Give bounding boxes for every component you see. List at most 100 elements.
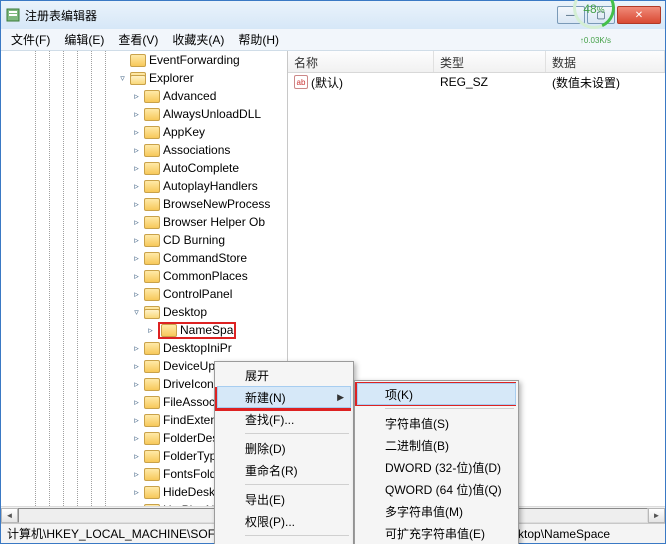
separator: [245, 484, 349, 485]
expand-icon[interactable]: ▹: [131, 235, 142, 246]
expand-icon[interactable]: ▹: [131, 397, 142, 408]
expand-icon[interactable]: ▹: [131, 127, 142, 138]
expand-icon[interactable]: ▹: [131, 343, 142, 354]
menu-file[interactable]: 文件(F): [5, 29, 56, 50]
cm-expand[interactable]: 展开: [217, 364, 351, 386]
cm-new-multistring[interactable]: 多字符串值(M): [357, 500, 516, 522]
expand-icon[interactable]: ▹: [131, 487, 142, 498]
string-value-icon: ab: [294, 75, 308, 89]
cm-new-qword[interactable]: QWORD (64 位)值(Q): [357, 478, 516, 500]
minimize-button[interactable]: —: [557, 6, 585, 24]
expand-icon[interactable]: ▹: [131, 253, 142, 264]
col-data[interactable]: 数据: [546, 51, 665, 72]
expand-icon[interactable]: ▹: [131, 433, 142, 444]
menu-help[interactable]: 帮助(H): [232, 29, 285, 50]
cm-new-string[interactable]: 字符串值(S): [357, 412, 516, 434]
tree-node[interactable]: ▹NameSpa: [1, 321, 287, 339]
expand-icon[interactable]: ▹: [131, 451, 142, 462]
scroll-right-button[interactable]: ►: [648, 508, 665, 523]
tree-node[interactable]: ▹ Associations: [1, 141, 287, 159]
menu-view[interactable]: 查看(V): [112, 29, 164, 50]
expand-icon[interactable]: ▹: [131, 415, 142, 426]
context-menu: 展开 新建(N)▶ 查找(F)... 删除(D) 重命名(R) 导出(E) 权限…: [214, 361, 354, 544]
expand-icon[interactable]: ▹: [131, 91, 142, 102]
folder-icon: [144, 504, 160, 507]
cm-new-dword[interactable]: DWORD (32-位)值(D): [357, 456, 516, 478]
cm-copyname[interactable]: 复制项名称(C): [217, 539, 351, 544]
scroll-left-button[interactable]: ◄: [1, 508, 18, 523]
menu-edit[interactable]: 编辑(E): [58, 29, 110, 50]
cm-export[interactable]: 导出(E): [217, 488, 351, 510]
folder-icon: [144, 198, 160, 211]
folder-icon: [144, 432, 160, 445]
list-row[interactable]: ab (默认) REG_SZ (数值未设置): [288, 73, 665, 91]
menubar: 文件(F) 编辑(E) 查看(V) 收藏夹(A) 帮助(H): [1, 29, 665, 51]
tree-node-label: AutoComplete: [163, 161, 239, 175]
tree-node[interactable]: ▹DesktopIniPr: [1, 339, 287, 357]
separator: [245, 433, 349, 434]
expand-icon[interactable]: ▹: [131, 199, 142, 210]
titlebar[interactable]: 注册表编辑器 48% ↑0.03K/s — ▢ ✕: [1, 1, 665, 29]
expand-icon[interactable]: ▹: [131, 217, 142, 228]
tree-node[interactable]: ▹ Browser Helper Ob: [1, 213, 287, 231]
expand-icon[interactable]: ▹: [131, 379, 142, 390]
collapse-icon[interactable]: ▿: [131, 307, 142, 318]
expand-icon[interactable]: ▹: [131, 361, 142, 372]
tree-node-label: Advanced: [163, 89, 216, 103]
expand-icon[interactable]: ▹: [131, 109, 142, 120]
tree-node[interactable]: ▹ AutoComplete: [1, 159, 287, 177]
submenu-arrow-icon: ▶: [337, 392, 344, 403]
expand-icon[interactable]: ▹: [131, 469, 142, 480]
tree-node-label: DriveIcons: [163, 377, 220, 391]
cm-new-binary[interactable]: 二进制值(B): [357, 434, 516, 456]
context-submenu-new: 项(K) 字符串值(S) 二进制值(B) DWORD (32-位)值(D) QW…: [354, 380, 519, 544]
tree-node[interactable]: ▹AutoplayHandlers: [1, 177, 287, 195]
folder-icon: [144, 252, 160, 265]
tree-node-label: Associations: [163, 143, 230, 157]
tree-node[interactable]: ▹AppKey: [1, 123, 287, 141]
cm-new-expandstring[interactable]: 可扩充字符串值(E): [357, 522, 516, 544]
expand-icon[interactable]: ▹: [131, 271, 142, 282]
tree-node[interactable]: ▹ CommonPlaces: [1, 267, 287, 285]
expand-icon[interactable]: ▹: [131, 181, 142, 192]
folder-icon: [144, 234, 160, 247]
cm-delete[interactable]: 删除(D): [217, 437, 351, 459]
tree-node[interactable]: ▿ Explorer: [1, 69, 287, 87]
menu-favorites[interactable]: 收藏夹(A): [166, 29, 230, 50]
tree-node[interactable]: ▹ Advanced: [1, 87, 287, 105]
cm-new[interactable]: 新建(N)▶: [217, 386, 351, 408]
tree-node[interactable]: ▹CommandStore: [1, 249, 287, 267]
folder-icon: [144, 126, 160, 139]
folder-icon: [144, 486, 160, 499]
tree-node-label: Browser Helper Ob: [163, 215, 265, 229]
folder-icon: [144, 216, 160, 229]
expand-icon[interactable]: ▹: [131, 163, 142, 174]
collapse-icon[interactable]: ▿: [117, 73, 128, 84]
cm-find[interactable]: 查找(F)...: [217, 408, 351, 430]
tree-node[interactable]: ▹CD Burning: [1, 231, 287, 249]
folder-icon: [144, 468, 160, 481]
tree-node-label: ControlPanel: [163, 287, 232, 301]
expand-icon[interactable]: ▹: [131, 145, 142, 156]
tree-node[interactable]: ▹ ControlPanel: [1, 285, 287, 303]
folder-icon: [161, 324, 177, 337]
tree-node[interactable]: ▹AlwaysUnloadDLL: [1, 105, 287, 123]
cm-rename[interactable]: 重命名(R): [217, 459, 351, 481]
separator: [245, 535, 349, 536]
expand-icon[interactable]: ▹: [131, 505, 142, 507]
col-type[interactable]: 类型: [434, 51, 546, 72]
expand-icon[interactable]: ▹: [131, 289, 142, 300]
folder-icon: [144, 360, 160, 373]
tree-node[interactable]: EventForwarding: [1, 51, 287, 69]
cm-permissions[interactable]: 权限(P)...: [217, 510, 351, 532]
folder-icon: [144, 450, 160, 463]
close-button[interactable]: ✕: [617, 6, 661, 24]
maximize-button[interactable]: ▢: [587, 6, 615, 24]
tree-node[interactable]: ▿Desktop: [1, 303, 287, 321]
tree-node[interactable]: ▹BrowseNewProcess: [1, 195, 287, 213]
cm-new-key[interactable]: 项(K): [357, 383, 516, 405]
col-name[interactable]: 名称: [288, 51, 434, 72]
expand-icon[interactable]: ▹: [145, 325, 156, 336]
tree-node-label: Explorer: [149, 71, 194, 85]
tree-node-label: CommonPlaces: [163, 269, 248, 283]
